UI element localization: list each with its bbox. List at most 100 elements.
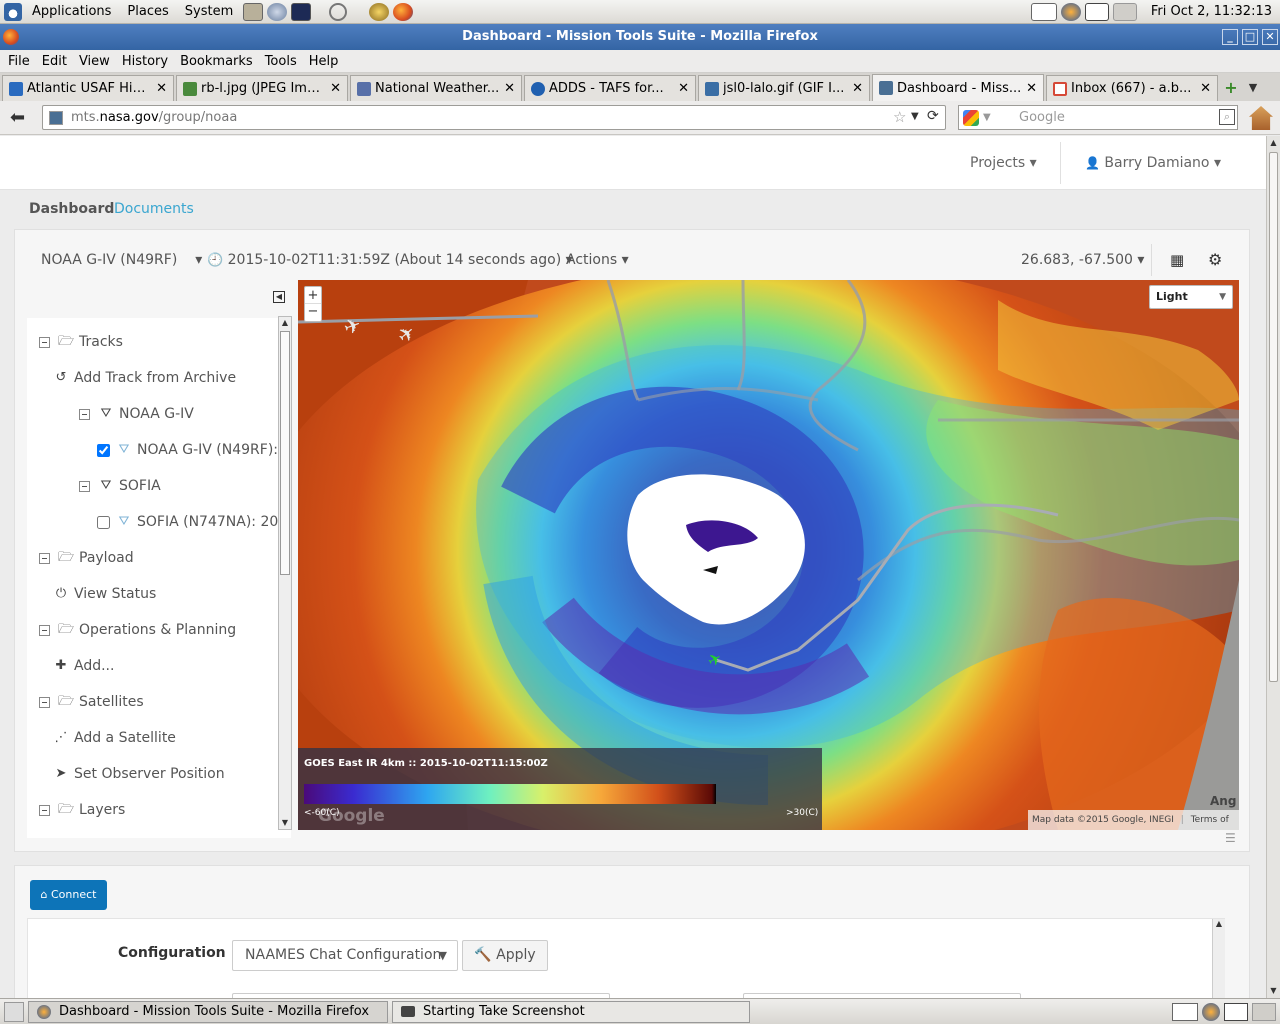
tab-rb-jpg[interactable]: rb-l.jpg (JPEG Ima... ✕ [176,75,348,101]
menu-edit[interactable]: Edit [36,54,73,69]
show-desktop-icon[interactable] [1112,2,1137,21]
screenshot-app-icon[interactable] [369,2,390,21]
firefox-bottom-icon[interactable] [1202,1002,1220,1021]
scroll-up-icon[interactable]: ▲ [279,317,291,329]
tab-jsl0-gif[interactable]: jsl0-lalo.gif (GIF I... ✕ [698,75,870,101]
satellite-map[interactable]: ✈ ✈ ✈ + − Light ▼ GOES East IR 4km :: 201… [298,280,1239,830]
file-manager-icon[interactable] [243,2,264,21]
menu-file[interactable]: File [2,54,36,69]
workspace-switcher-icon[interactable] [1030,2,1057,21]
site-identity-icon[interactable] [49,111,63,125]
menu-history[interactable]: History [116,54,174,69]
url-bar[interactable]: mts. nasa.gov/group/noaa ☆ ▼ ⟳ [42,105,946,130]
panel-scrollbar[interactable]: ▲ [1212,919,1225,998]
tab-dashboard[interactable]: Dashboard - Miss... ✕ [872,74,1044,101]
tree-item[interactable]: ✚ Add... [53,648,115,684]
tree-item[interactable]: ⛛ SOFIA [79,468,161,504]
tree-item[interactable]: ⏻ View Status [53,576,156,612]
taskbar-screenshot[interactable]: Starting Take Screenshot [392,1000,750,1023]
tree-item[interactable]: ⛛ NOAA G-IV (N49RF): 201 [97,432,291,468]
clock[interactable]: Fri Oct 2, 11:32:13 [1143,0,1280,24]
tab-inbox[interactable]: Inbox (667) - a.b... ✕ [1046,75,1218,101]
tree-expander-icon[interactable] [39,696,50,708]
tree-expander-icon[interactable] [79,480,90,492]
nav-dashboard[interactable]: Dashboard [29,201,114,217]
track-checkbox[interactable] [97,443,110,457]
firefox-launcher-icon[interactable] [393,2,414,21]
zoom-out-button[interactable]: − [305,304,321,321]
show-desktop-button[interactable] [4,1001,24,1022]
menu-tools[interactable]: Tools [259,54,303,69]
nav-documents[interactable]: Documents [114,201,194,217]
browser-scroll-up-icon[interactable]: ▲ [1267,136,1280,150]
search-magnifier-icon[interactable]: ⌕ [1219,109,1235,125]
tree-scrollbar[interactable]: ▲ ▼ [278,316,292,830]
shutdown-icon[interactable] [329,2,348,21]
reload-icon[interactable]: ⟳ [927,108,939,124]
gnome-foot-icon[interactable] [4,2,22,21]
browser-scroll-thumb[interactable] [1269,152,1278,682]
google-search-engine-icon[interactable] [963,110,979,126]
tree-item[interactable]: ➤ Set Observer Position [53,756,225,792]
browser-scrollbar[interactable]: ▲ ▼ [1266,136,1280,998]
network-icon[interactable] [267,2,288,21]
tree-expander-icon[interactable] [79,408,90,420]
tree-item[interactable]: ⛛ SOFIA (N747NA): 2015-1 [97,504,291,540]
tab-atlantic-usaf[interactable]: Atlantic USAF Hig... ✕ [2,75,174,101]
minimize-button[interactable]: _ [1222,29,1238,45]
tree-item[interactable]: ↺ Add Track from Archive [53,360,237,396]
tab-close-icon[interactable]: ✕ [852,81,863,96]
apply-button[interactable]: 🔨 Apply [462,940,548,971]
menu-help[interactable]: Help [303,54,345,69]
scroll-thumb[interactable] [280,331,290,575]
firefox-tray-icon[interactable] [1060,2,1081,21]
tab-adds-tafs[interactable]: ADDS - TAFS for... ✕ [524,75,696,101]
window-list-icon[interactable] [1084,2,1109,21]
tree-item[interactable]: 🗁 Satellites [39,684,144,720]
tab-list-chevron-icon[interactable]: ▼ [1242,77,1264,101]
menu-places[interactable]: Places [119,0,176,24]
tree-item[interactable]: 🗁 Layers [39,792,125,828]
tab-close-icon[interactable]: ✕ [156,81,167,96]
tab-close-icon[interactable]: ✕ [1200,81,1211,96]
tree-expander-icon[interactable] [39,336,50,348]
terminal-icon[interactable] [291,2,312,21]
tree-item[interactable]: ⋰ Add a Satellite [53,720,176,756]
user-menu[interactable]: 👤 Barry Damiano ▾ [1085,136,1221,190]
tree-expander-icon[interactable] [39,552,50,564]
tab-national-weather[interactable]: National Weather... ✕ [350,75,522,101]
collapse-panel-icon[interactable]: ◀ [273,291,285,303]
workspace-switcher-bottom-icon[interactable] [1172,1002,1198,1021]
search-engine-chevron-icon[interactable]: ▼ [983,112,991,123]
url-dropdown-icon[interactable]: ▼ [911,111,919,122]
projects-menu[interactable]: Projects ▾ [970,136,1037,190]
maximize-button[interactable]: □ [1242,29,1258,45]
tree-expander-icon[interactable] [39,804,50,816]
menu-bookmarks[interactable]: Bookmarks [174,54,259,69]
taskbar-firefox[interactable]: Dashboard - Mission Tools Suite - Mozill… [28,1000,388,1023]
back-arrow-icon[interactable]: ⬅ [10,107,25,128]
tab-close-icon[interactable]: ✕ [330,81,341,96]
track-checkbox[interactable] [97,515,110,529]
search-bar[interactable]: ▼ Google ⌕ [958,105,1238,130]
tree-expander-icon[interactable] [39,624,50,636]
tree-item[interactable]: 🗁 Tracks [39,324,123,360]
window-bottom-icon[interactable] [1224,1002,1248,1021]
connect-button[interactable]: ⌂ Connect [30,880,107,910]
desktop-bottom-icon[interactable] [1252,1002,1276,1021]
configuration-select[interactable]: NAAMES Chat Configuration ▼ [232,940,458,971]
tab-close-icon[interactable]: ✕ [504,81,515,96]
tree-item[interactable]: 🗁 Payload [39,540,134,576]
resize-handle-icon[interactable]: ☰ [1225,831,1236,845]
close-button[interactable]: ✕ [1262,29,1278,45]
scroll-down-icon[interactable]: ▼ [279,817,291,829]
map-style-select[interactable]: Light ▼ [1149,285,1233,309]
aircraft-select[interactable]: NOAA G-IV (N49RF) ▾ [41,230,202,290]
menu-system[interactable]: System [177,0,241,24]
tree-item[interactable]: 🗁 Operations & Planning [39,612,236,648]
zoom-in-button[interactable]: + [305,287,321,304]
tab-close-icon[interactable]: ✕ [678,81,689,96]
menu-view[interactable]: View [73,54,116,69]
menu-applications[interactable]: Applications [24,0,119,24]
bookmark-star-icon[interactable]: ☆ [893,108,906,126]
